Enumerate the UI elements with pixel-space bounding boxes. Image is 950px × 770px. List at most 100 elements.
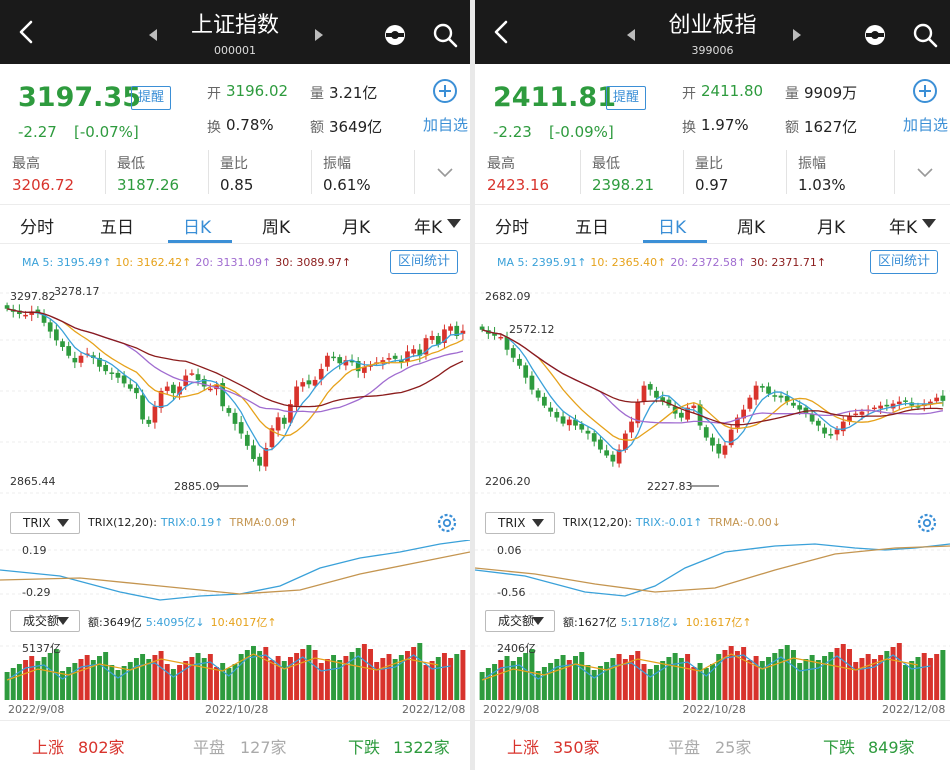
- volume-bar: [220, 663, 226, 700]
- price-change-pct: [-0.09%]: [549, 123, 614, 141]
- volume-bar: [380, 658, 386, 700]
- stat-label: 量比: [220, 156, 248, 172]
- candle-body: [294, 386, 299, 406]
- period-tab[interactable]: 月K: [817, 213, 845, 238]
- settings-button[interactable]: [436, 512, 458, 534]
- remind-button[interactable]: 提醒: [606, 86, 647, 110]
- volume-bar: [579, 652, 585, 700]
- candle-body: [47, 322, 53, 332]
- search-button[interactable]: [432, 22, 458, 48]
- trix-value: TRIX:-0.01↑: [635, 516, 703, 529]
- candle-body: [66, 346, 72, 356]
- volume-legend: 额:1627亿 5:1718亿↓ 10:1617亿↑: [563, 614, 752, 630]
- volume-chart: 2406亿: [475, 636, 950, 700]
- volume-chart: 5137亿: [0, 636, 470, 700]
- period-tab[interactable]: 日K: [183, 213, 211, 238]
- volume-select[interactable]: 成交额: [10, 610, 80, 632]
- share-icon: [865, 25, 885, 45]
- volume-bar: [189, 657, 195, 700]
- period-tab[interactable]: 周K: [737, 213, 765, 238]
- period-tab[interactable]: 分时: [495, 213, 529, 238]
- period-tab[interactable]: 五日: [575, 213, 609, 238]
- volume-bar: [417, 643, 423, 700]
- candle-body: [598, 439, 603, 450]
- active-tab-indicator: [168, 240, 232, 243]
- search-icon: [913, 23, 938, 48]
- candle-body: [23, 314, 28, 317]
- trix-line: [0, 540, 470, 601]
- next-index-button[interactable]: [315, 29, 323, 41]
- next-index-button[interactable]: [792, 29, 801, 41]
- add-watchlist-label[interactable]: 加自选: [423, 114, 468, 135]
- top-bar: 上证指数 000001: [0, 0, 470, 64]
- candle-body: [629, 421, 634, 433]
- trix-value: TRIX:0.19↑: [160, 516, 224, 529]
- volume-bar: [921, 653, 927, 700]
- stat-value: 2423.16: [487, 176, 550, 194]
- add-watchlist-button[interactable]: [432, 78, 458, 104]
- candle-body: [691, 405, 697, 409]
- volume-bar: [541, 667, 547, 700]
- volume-label: 量: [785, 86, 799, 102]
- period-tab[interactable]: 年K: [889, 213, 917, 238]
- period-tab[interactable]: 分时: [20, 213, 54, 238]
- stat-separator: [580, 150, 581, 194]
- candle-body: [722, 445, 728, 455]
- back-button[interactable]: [491, 20, 513, 44]
- period-tab[interactable]: 年K: [414, 213, 442, 238]
- volume-bar: [374, 662, 380, 700]
- share-button[interactable]: [382, 22, 408, 48]
- volume-bar: [871, 659, 877, 700]
- top-bar: 创业板指 399006: [475, 0, 950, 64]
- indicator-select[interactable]: TRIX: [485, 512, 555, 534]
- remind-button[interactable]: 提醒: [131, 86, 172, 110]
- volume-row: 成交额 额:1627亿 5:1718亿↓ 10:1617亿↑: [475, 610, 950, 632]
- kline-max-label: 3297.82: [10, 290, 56, 303]
- volume-bar: [214, 667, 219, 700]
- stat-separator: [208, 150, 209, 194]
- add-watchlist-label[interactable]: 加自选: [903, 114, 948, 135]
- date-end: 2022/12/08: [402, 703, 466, 716]
- expand-button[interactable]: [917, 168, 933, 178]
- trix-param: TRIX(12,20):: [88, 516, 157, 529]
- settings-button[interactable]: [916, 512, 938, 534]
- period-tab[interactable]: 月K: [342, 213, 370, 238]
- vol-ma10: 10:4017亿↑: [210, 616, 277, 629]
- expand-button[interactable]: [437, 168, 453, 178]
- volume-bar: [498, 660, 504, 700]
- index-panel-shanghai: 上证指数 000001 3197.35 提醒 -2.27 [-0.07%] 开 3196.02…: [0, 0, 470, 770]
- amount-value: 1627亿: [804, 118, 858, 136]
- indicator-select[interactable]: TRIX: [10, 512, 80, 534]
- volume-bar: [16, 664, 22, 700]
- candle-body: [109, 372, 115, 374]
- volume-bar: [622, 659, 628, 700]
- period-tab[interactable]: 五日: [100, 213, 134, 238]
- search-button[interactable]: [912, 22, 938, 48]
- volume-bar: [560, 655, 566, 700]
- candle-body: [554, 412, 560, 418]
- volume-bar: [591, 670, 597, 700]
- stat-separator: [683, 150, 684, 194]
- volume-bar: [759, 661, 765, 700]
- period-tab[interactable]: 日K: [658, 213, 686, 238]
- volume-bar: [653, 665, 659, 700]
- range-stats-button[interactable]: 区间统计: [390, 250, 459, 274]
- volume-select[interactable]: 成交额: [485, 610, 555, 632]
- volume-bar: [281, 661, 287, 700]
- add-watchlist-button[interactable]: [912, 78, 938, 104]
- share-button[interactable]: [862, 22, 888, 48]
- volume-value: 9909万: [804, 84, 858, 102]
- volume-bar: [485, 668, 491, 700]
- candle-body: [189, 373, 195, 375]
- volume-bar: [635, 651, 641, 700]
- back-button[interactable]: [16, 20, 38, 44]
- gear-icon: [917, 513, 937, 533]
- volume-bar: [183, 661, 189, 700]
- volume-bar: [368, 649, 373, 700]
- index-code: 000001: [214, 44, 256, 57]
- period-tab[interactable]: 周K: [262, 213, 290, 238]
- candle-body: [275, 417, 281, 431]
- range-stats-button[interactable]: 区间统计: [870, 250, 939, 274]
- volume-bar: [47, 653, 53, 700]
- volume-bar: [448, 658, 454, 700]
